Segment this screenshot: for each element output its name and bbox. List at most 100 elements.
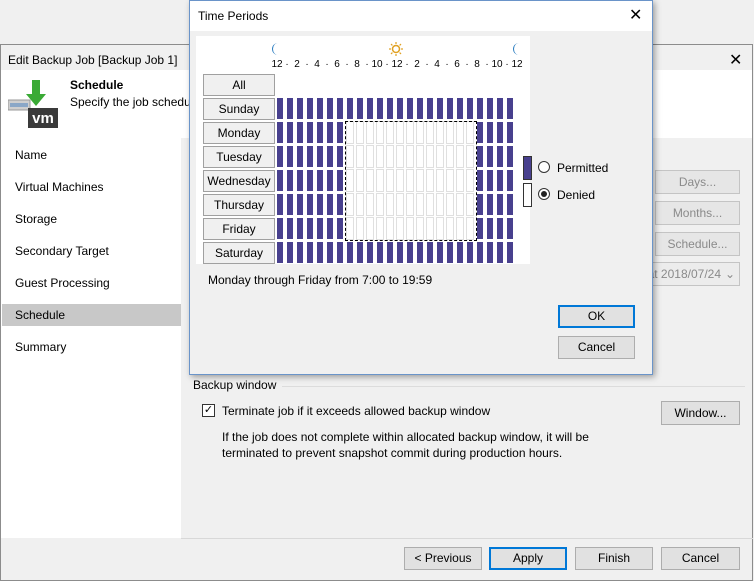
time-cell[interactable] [447, 242, 453, 263]
time-cell[interactable] [477, 242, 483, 263]
time-cell[interactable] [426, 121, 434, 144]
time-cell[interactable] [327, 218, 333, 239]
time-cell[interactable] [317, 218, 323, 239]
time-cell[interactable] [386, 193, 394, 216]
time-cell[interactable] [416, 121, 424, 144]
sidebar-item-guest-processing[interactable]: Guest Processing [2, 272, 181, 294]
time-cell[interactable] [337, 122, 343, 143]
time-cell[interactable] [406, 121, 414, 144]
time-cell[interactable] [346, 169, 354, 192]
time-cell[interactable] [487, 122, 493, 143]
time-cell[interactable] [487, 170, 493, 191]
time-cell[interactable] [327, 242, 333, 263]
time-cell[interactable] [507, 218, 513, 239]
time-cell[interactable] [346, 217, 354, 240]
time-cell[interactable] [386, 145, 394, 168]
time-cell[interactable] [507, 146, 513, 167]
sidebar-item-secondary-target[interactable]: Secondary Target [2, 240, 181, 262]
time-cell[interactable] [317, 170, 323, 191]
time-cell[interactable] [337, 218, 343, 239]
terminate-job-checkbox[interactable]: ✓ [202, 404, 215, 417]
time-cell[interactable] [396, 169, 404, 192]
time-cell[interactable] [357, 98, 363, 119]
time-cell[interactable] [287, 98, 293, 119]
time-cell[interactable] [436, 169, 444, 192]
time-cell[interactable] [406, 169, 414, 192]
permitted-label[interactable]: Permitted [557, 161, 608, 175]
time-cell[interactable] [446, 169, 454, 192]
time-cell[interactable] [366, 193, 374, 216]
time-cell[interactable] [446, 193, 454, 216]
schedule-button[interactable]: Schedule... [655, 232, 740, 256]
time-cell[interactable] [346, 121, 354, 144]
time-cell[interactable] [297, 98, 303, 119]
time-cell[interactable] [436, 193, 444, 216]
time-cell[interactable] [317, 122, 323, 143]
time-cell[interactable] [297, 122, 303, 143]
time-cell[interactable] [387, 242, 393, 263]
time-cell[interactable] [406, 217, 414, 240]
time-cell[interactable] [427, 98, 433, 119]
time-cell[interactable] [366, 217, 374, 240]
sidebar-item-virtual-machines[interactable]: Virtual Machines [2, 176, 181, 198]
time-cell[interactable] [416, 193, 424, 216]
time-cell[interactable] [337, 242, 343, 263]
time-cell[interactable] [497, 146, 503, 167]
time-cell[interactable] [477, 194, 483, 215]
time-cell[interactable] [307, 170, 313, 191]
time-cell[interactable] [437, 242, 443, 263]
time-cell[interactable] [437, 98, 443, 119]
time-cell[interactable] [356, 121, 364, 144]
day-saturday-button[interactable]: Saturday [203, 242, 275, 264]
sidebar-item-summary[interactable]: Summary [2, 336, 181, 358]
time-cell[interactable] [507, 98, 513, 119]
time-cell[interactable] [356, 145, 364, 168]
time-cell[interactable] [426, 169, 434, 192]
time-cell[interactable] [487, 218, 493, 239]
time-cell[interactable] [307, 218, 313, 239]
time-cell[interactable] [356, 169, 364, 192]
day-monday-button[interactable]: Monday [203, 122, 275, 144]
previous-button[interactable]: < Previous [404, 547, 482, 570]
time-cell[interactable] [396, 145, 404, 168]
apply-button[interactable]: Apply [489, 547, 567, 570]
time-cell[interactable] [287, 146, 293, 167]
time-cell[interactable] [507, 194, 513, 215]
time-cell[interactable] [467, 242, 473, 263]
time-cell[interactable] [277, 146, 283, 167]
cancel-button[interactable]: Cancel [661, 547, 740, 570]
time-cell[interactable] [346, 193, 354, 216]
time-cell[interactable] [366, 145, 374, 168]
time-cell[interactable] [456, 193, 464, 216]
day-friday-button[interactable]: Friday [203, 218, 275, 240]
time-cell[interactable] [317, 146, 323, 167]
time-cell[interactable] [466, 193, 474, 216]
time-cell[interactable] [477, 146, 483, 167]
time-cell[interactable] [436, 121, 444, 144]
time-cell[interactable] [287, 194, 293, 215]
time-cell[interactable] [277, 122, 283, 143]
time-cell[interactable] [317, 242, 323, 263]
time-cell[interactable] [277, 242, 283, 263]
time-cell[interactable] [377, 242, 383, 263]
sidebar-item-storage[interactable]: Storage [2, 208, 181, 230]
time-cell[interactable] [317, 194, 323, 215]
time-cell[interactable] [297, 170, 303, 191]
time-cell[interactable] [277, 194, 283, 215]
time-cell[interactable] [436, 217, 444, 240]
time-cell[interactable] [297, 194, 303, 215]
time-cell[interactable] [357, 242, 363, 263]
time-cell[interactable] [297, 242, 303, 263]
time-cell[interactable] [487, 194, 493, 215]
time-cell[interactable] [446, 145, 454, 168]
time-cell[interactable] [367, 242, 373, 263]
time-cell[interactable] [457, 242, 463, 263]
time-cell[interactable] [287, 122, 293, 143]
time-cell[interactable] [376, 145, 384, 168]
time-cell[interactable] [426, 217, 434, 240]
time-cell[interactable] [446, 121, 454, 144]
time-cell[interactable] [477, 98, 483, 119]
time-cell[interactable] [307, 98, 313, 119]
time-cell[interactable] [466, 169, 474, 192]
time-cell[interactable] [417, 98, 423, 119]
